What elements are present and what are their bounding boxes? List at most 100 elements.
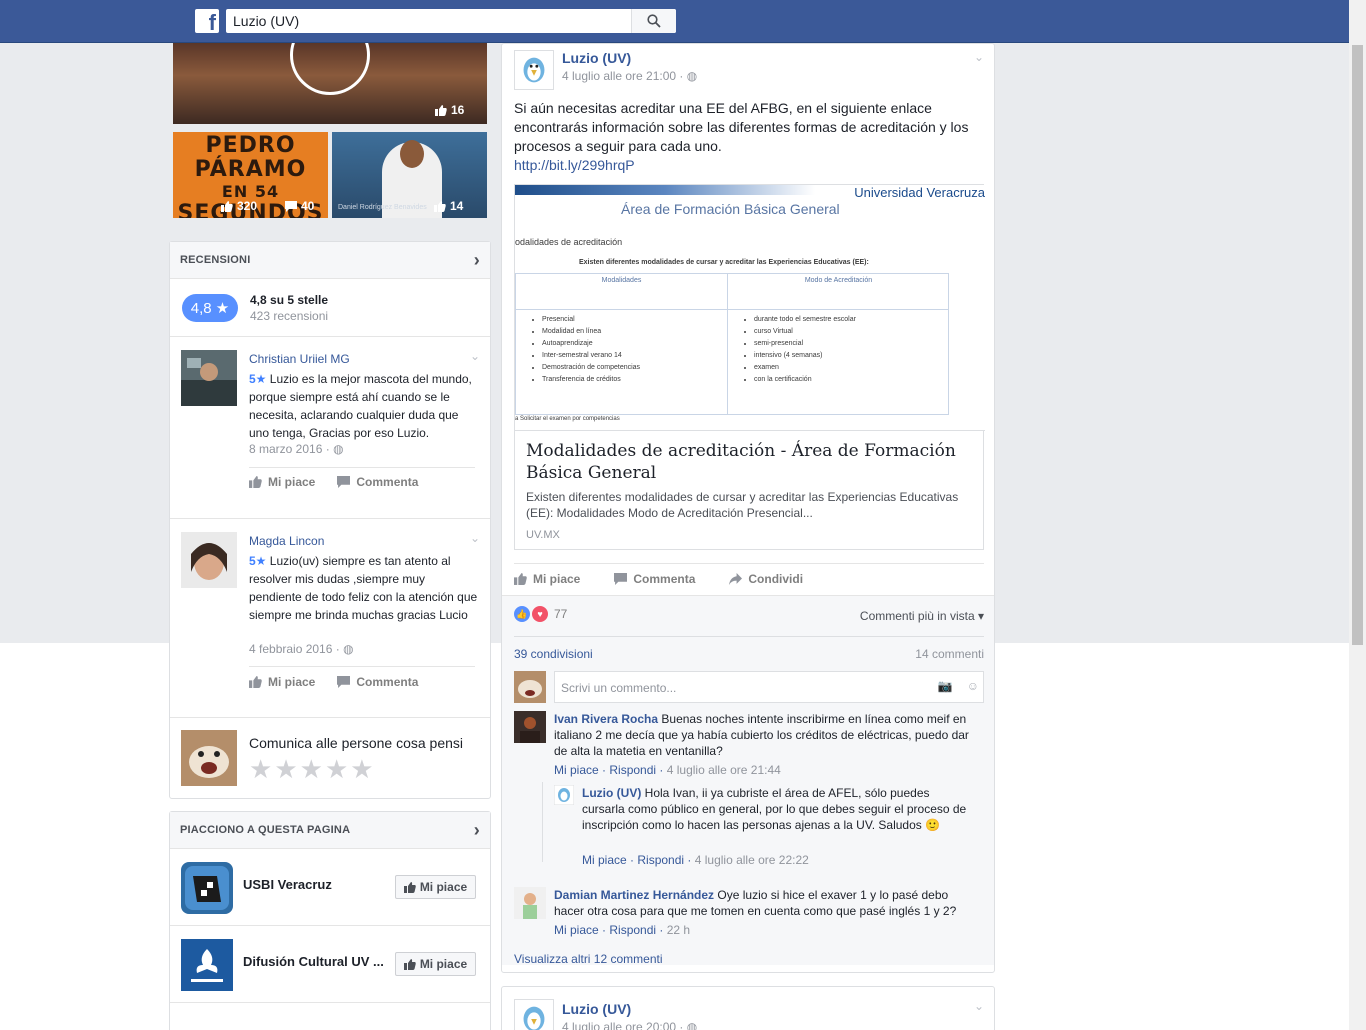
comment-like-link[interactable]: Mi piace xyxy=(554,923,599,937)
comment-time[interactable]: 22 h xyxy=(667,923,690,937)
comment-input[interactable]: Scrivi un commento... 📷 ☺ xyxy=(554,671,984,703)
compose-review-prompt[interactable]: Comunica alle persone cosa pensi xyxy=(249,735,463,751)
globe-icon: ◍ xyxy=(686,1020,698,1030)
star-icon[interactable]: ★ xyxy=(274,756,297,782)
smile-emoji-icon: 🙂 xyxy=(925,818,941,832)
post-timestamp[interactable]: 4 luglio alle ore 20:00 · ◍ xyxy=(562,1020,697,1030)
chevron-down-icon[interactable]: ⌄ xyxy=(974,999,984,1013)
comment-reply-link[interactable]: Rispondi xyxy=(609,923,656,937)
review-actions: Mi piace Commenta xyxy=(249,675,418,689)
star-rating-input[interactable]: ★ ★ ★ ★ ★ xyxy=(249,756,374,782)
facebook-logo-icon[interactable]: f xyxy=(195,9,219,33)
video-comment-count: 40 xyxy=(285,199,314,213)
share-button[interactable]: Condividi xyxy=(729,572,803,586)
comment-item: Ivan Rivera Rocha Buenas noches intente … xyxy=(514,711,984,781)
comment-button[interactable]: Commenta xyxy=(614,572,695,586)
star-icon[interactable]: ★ xyxy=(300,756,323,782)
link-preview-title[interactable]: Modalidades de acreditación - Área de Fo… xyxy=(526,440,966,484)
link-preview-description: Existen diferentes modalidades de cursar… xyxy=(526,490,959,520)
video-like-count: 16 xyxy=(435,103,464,117)
like-page-button[interactable]: Mi piace xyxy=(395,952,476,976)
emoji-icon[interactable]: ☺ xyxy=(967,679,979,693)
video-thumbnail-main[interactable]: 16 xyxy=(173,43,487,124)
comment-icon xyxy=(337,476,351,488)
avatar[interactable] xyxy=(514,887,546,919)
liked-pages-header[interactable]: PIACCIONO A QUESTA PAGINA › xyxy=(170,812,490,849)
avatar[interactable] xyxy=(181,350,237,406)
chevron-down-icon[interactable]: ⌄ xyxy=(974,50,984,64)
like-button[interactable]: Mi piace xyxy=(249,675,315,689)
star-icon[interactable]: ★ xyxy=(325,756,348,782)
thumbs-up-icon xyxy=(249,476,262,488)
globe-icon: ◍ xyxy=(343,642,354,656)
liked-pages-card: PIACCIONO A QUESTA PAGINA › USBI Veracru… xyxy=(169,811,491,1030)
reviewer-name[interactable]: Magda Lincon xyxy=(249,534,324,548)
scrollbar-thumb[interactable] xyxy=(1352,45,1363,645)
comment-like-link[interactable]: Mi piace xyxy=(554,763,599,777)
video-like-count: 320 xyxy=(221,199,257,213)
view-more-comments-link[interactable]: Visualizza altri 12 commenti xyxy=(514,952,663,966)
commenter-name[interactable]: Damian Martinez Hernández xyxy=(554,888,714,902)
review-date[interactable]: 8 marzo 2016 · ◍ xyxy=(249,442,344,456)
avatar[interactable] xyxy=(181,939,233,991)
comment-actions: Mi piace · Rispondi · 22 h xyxy=(554,923,691,937)
like-page-button[interactable]: Mi piace xyxy=(395,875,476,899)
reviews-header[interactable]: RECENSIONI › xyxy=(170,242,490,279)
chevron-down-icon[interactable]: ⌄ xyxy=(470,531,480,545)
post-author[interactable]: Luzio (UV) xyxy=(562,50,631,66)
reactions-summary[interactable]: 👍 ♥ 77 xyxy=(514,606,567,622)
comment-button[interactable]: Commenta xyxy=(337,475,418,489)
search-button[interactable] xyxy=(631,9,676,33)
thumbs-up-icon xyxy=(434,200,446,212)
comment-text: Ivan Rivera Rocha Buenas noches intente … xyxy=(554,712,969,758)
chevron-right-icon: › xyxy=(473,249,480,270)
globe-icon: ◍ xyxy=(686,69,698,83)
comment-actions: Mi piace · Rispondi · 4 luglio alle ore … xyxy=(554,763,781,777)
star-icon[interactable]: ★ xyxy=(249,756,272,782)
rating-badge: 4,8 ★ xyxy=(182,293,238,322)
comment-time[interactable]: 4 luglio alle ore 22:22 xyxy=(695,853,809,867)
commenter-name[interactable]: Ivan Rivera Rocha xyxy=(554,712,658,726)
avatar[interactable] xyxy=(181,532,237,588)
comment-item: Damian Martinez Hernández Oye luzio si h… xyxy=(514,887,984,942)
avatar[interactable] xyxy=(514,999,554,1030)
reviewer-name[interactable]: Christian Uriiel MG xyxy=(249,352,350,366)
comment-reply-link[interactable]: Rispondi xyxy=(637,853,684,867)
avatar[interactable] xyxy=(514,50,554,90)
page-name[interactable]: USBI Veracruz xyxy=(243,877,388,892)
comment-time[interactable]: 4 luglio alle ore 21:44 xyxy=(667,763,781,777)
reviews-count[interactable]: 423 recensioni xyxy=(250,309,328,323)
comment-actions: Mi piace · Rispondi · 4 luglio alle ore … xyxy=(582,853,809,867)
comment-text: Damian Martinez Hernández Oye luzio si h… xyxy=(554,888,957,918)
camera-icon[interactable]: 📷 xyxy=(938,679,953,693)
comment-like-link[interactable]: Mi piace xyxy=(582,853,627,867)
shares-count[interactable]: 39 condivisioni xyxy=(514,647,593,661)
link-preview-card[interactable]: Universidad Veracruza Área de Formación … xyxy=(514,184,985,550)
comment-button[interactable]: Commenta xyxy=(337,675,418,689)
reactions-count: 77 xyxy=(554,607,568,621)
star-icon[interactable]: ★ xyxy=(350,756,373,782)
globe-icon: ◍ xyxy=(333,442,344,456)
chevron-right-icon: › xyxy=(473,819,480,840)
chevron-down-icon[interactable]: ⌄ xyxy=(470,349,480,363)
comment-icon xyxy=(337,676,351,688)
page-name[interactable]: Difusión Cultural UV ... xyxy=(243,954,388,969)
comments-count[interactable]: 14 commenti xyxy=(915,647,984,661)
scrollbar[interactable] xyxy=(1349,0,1366,1030)
thumbs-up-icon xyxy=(249,676,262,688)
commenter-name[interactable]: Luzio (UV) xyxy=(582,786,641,800)
comment-sort-dropdown[interactable]: Commenti più in vista ▾ xyxy=(860,609,984,623)
video-thumbnail-speaker[interactable]: Daniel Rodríguez Benavides 14 xyxy=(332,132,487,218)
video-thumbnail-pedro-paramo[interactable]: PEDRO PÁRAMO EN 54 SEGUNDOS 320 40 xyxy=(173,132,328,218)
avatar[interactable] xyxy=(514,711,546,743)
post-author[interactable]: Luzio (UV) xyxy=(562,1001,631,1017)
review-date[interactable]: 4 febbraio 2016 · ◍ xyxy=(249,642,354,656)
avatar[interactable] xyxy=(181,862,233,914)
search-input[interactable] xyxy=(226,9,630,33)
like-button[interactable]: Mi piace xyxy=(514,572,580,586)
like-button[interactable]: Mi piace xyxy=(249,475,315,489)
post-link[interactable]: http://bit.ly/299hrqP xyxy=(514,157,635,173)
post-timestamp[interactable]: 4 luglio alle ore 21:00 · ◍ xyxy=(562,69,697,83)
avatar[interactable] xyxy=(554,785,574,805)
comment-reply-link[interactable]: Rispondi xyxy=(609,763,656,777)
